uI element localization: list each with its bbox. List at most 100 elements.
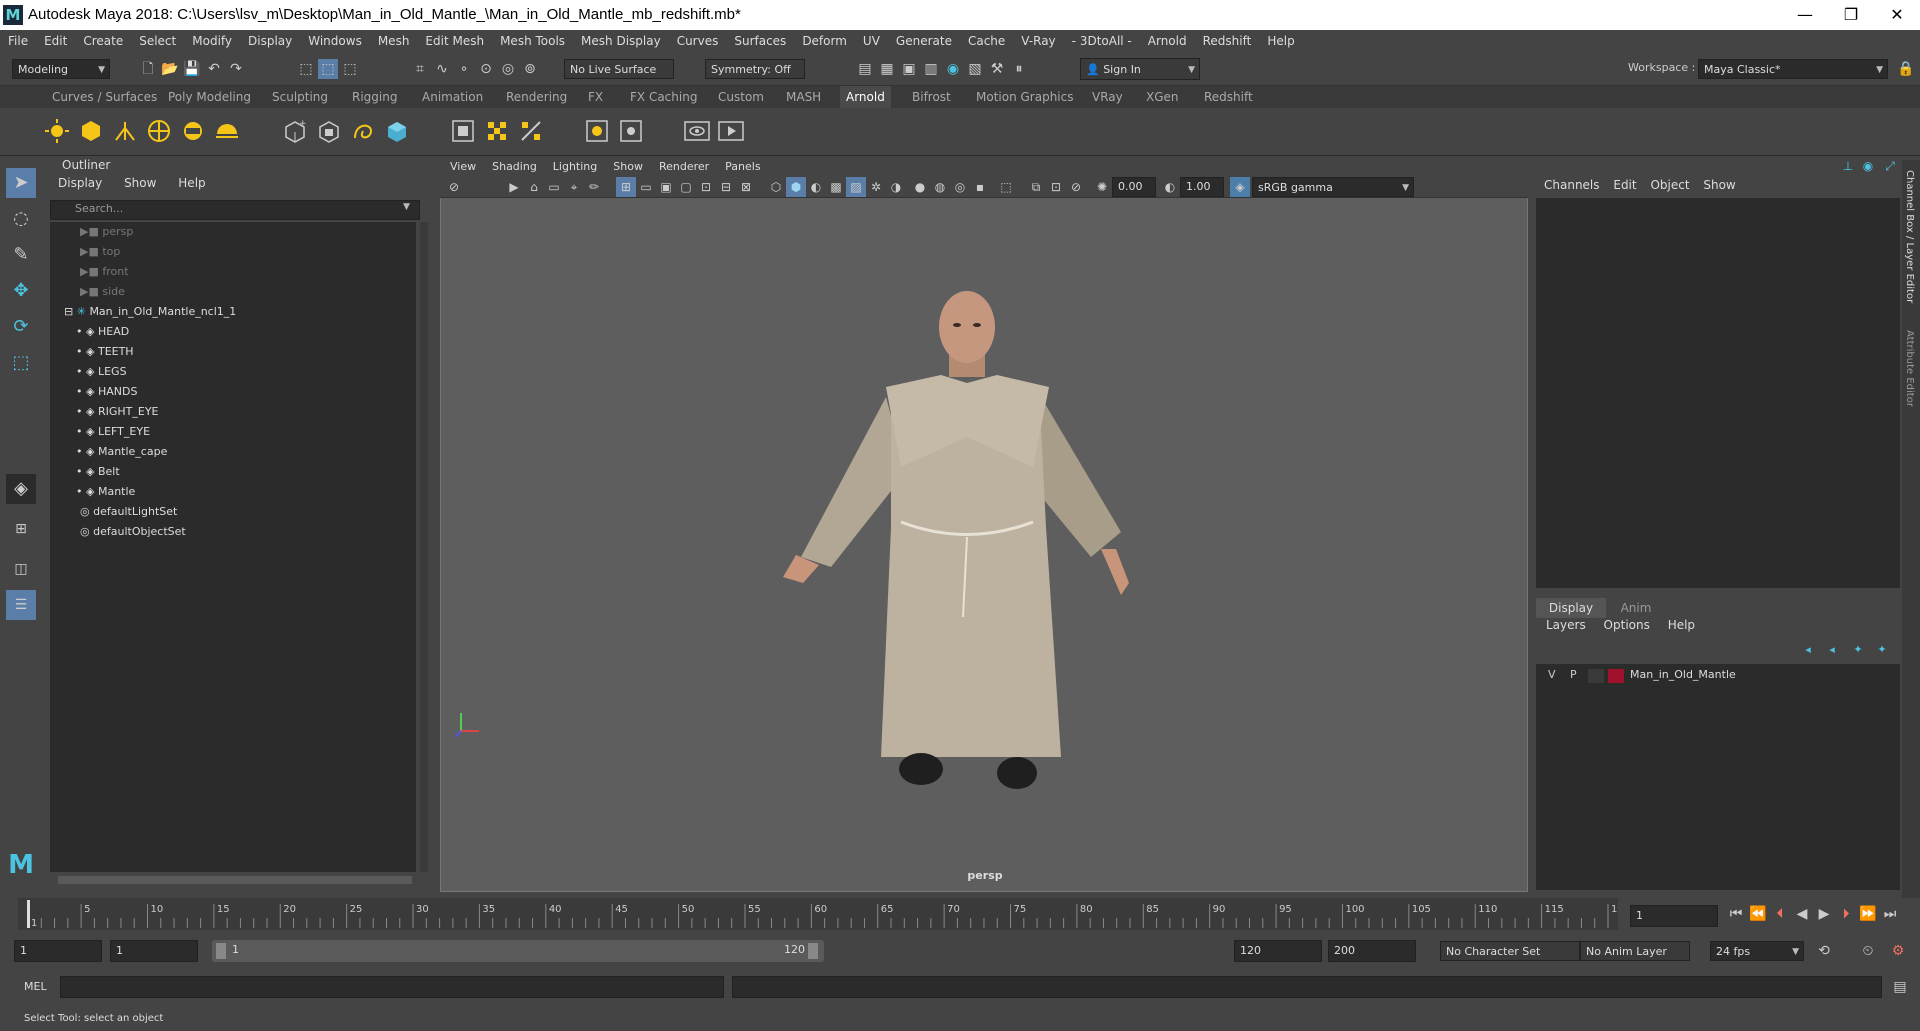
expand-dot-icon[interactable]: • xyxy=(76,425,86,438)
layer-tab-display[interactable]: Display xyxy=(1536,598,1606,618)
menu-arnold[interactable]: Arnold xyxy=(1140,30,1195,52)
viewport-menu-shading[interactable]: Shading xyxy=(484,158,545,176)
expand-dot-icon[interactable]: • xyxy=(76,345,86,358)
outliner-camera-front[interactable]: ▶■ front xyxy=(80,262,129,282)
play-backwards-icon[interactable]: ◀ xyxy=(1792,904,1812,924)
layer-menu-layers[interactable]: Layers xyxy=(1546,618,1586,632)
two-view-layout-icon[interactable]: ◫ xyxy=(6,554,36,584)
menu-file[interactable]: File xyxy=(0,30,36,52)
layer-menu-options[interactable]: Options xyxy=(1604,618,1650,632)
hypershade-icon[interactable]: ◉ xyxy=(943,59,963,79)
wireframe-icon[interactable]: ⬡ xyxy=(766,177,786,197)
render-frame-icon[interactable]: ▦ xyxy=(877,59,897,79)
use-all-lights-icon[interactable]: ▨ xyxy=(846,177,866,197)
range-start-handle[interactable] xyxy=(216,943,226,959)
paint-select-tool-icon[interactable]: ✎ xyxy=(6,240,36,270)
pause-render-icon[interactable]: ⏸ xyxy=(1009,59,1029,79)
minimize-button[interactable]: — xyxy=(1782,0,1828,30)
texture-manager-icon[interactable] xyxy=(484,118,510,144)
viewport-menu-lighting[interactable]: Lighting xyxy=(545,158,605,176)
auto-key-icon[interactable]: ⏲ xyxy=(1858,941,1878,961)
menu-edit[interactable]: Edit xyxy=(36,30,75,52)
undo-icon[interactable]: ↶ xyxy=(204,59,224,79)
expand-dot-icon[interactable]: • xyxy=(76,465,86,478)
four-view-layout-icon[interactable]: ⊞ xyxy=(6,514,36,544)
step-forward-frame-icon[interactable]: ⏩ xyxy=(1858,904,1878,924)
shelf-tab-sculpting[interactable]: Sculpting xyxy=(266,86,334,108)
color-management-icon[interactable]: ◈ xyxy=(1230,177,1250,197)
step-back-key-icon[interactable]: ⏴ xyxy=(1770,904,1790,924)
safe-title-icon[interactable]: ⊠ xyxy=(736,177,756,197)
anim-layer-dropdown[interactable]: No Anim Layer xyxy=(1580,941,1690,961)
open-scene-icon[interactable]: 📂 xyxy=(160,59,180,79)
shelf-tab-xgen[interactable]: XGen xyxy=(1140,86,1185,108)
menu-generate[interactable]: Generate xyxy=(888,30,960,52)
expand-dot-icon[interactable]: • xyxy=(76,485,86,498)
channel-box-tool-icon[interactable]: ⊥ xyxy=(1838,156,1858,176)
resolution-gate-icon[interactable]: ▣ xyxy=(656,177,676,197)
search-options-chevron-icon[interactable]: ▼ xyxy=(403,202,410,212)
shelf-tab-vray[interactable]: VRay xyxy=(1086,86,1129,108)
shelf-tab-motion-graphics[interactable]: Motion Graphics xyxy=(970,86,1080,108)
xray-joints-icon[interactable]: ⧉ xyxy=(1026,177,1046,197)
menu-redshift[interactable]: Redshift xyxy=(1195,30,1260,52)
isolate-select-icon[interactable]: ▪ xyxy=(970,177,990,197)
playback-end-field[interactable]: 120 xyxy=(1234,940,1322,962)
volume-icon[interactable] xyxy=(384,118,410,144)
image-plane-icon[interactable]: ▭ xyxy=(544,177,564,197)
motion-blur-icon[interactable]: ● xyxy=(910,177,930,197)
outliner-group-row[interactable]: ⊟ ✳ Man_in_Old_Mantle_ncl1_1 xyxy=(64,302,236,322)
tool-settings-icon[interactable]: ⤢ xyxy=(1880,156,1900,176)
menu-cache[interactable]: Cache xyxy=(960,30,1013,52)
menu-deform[interactable]: Deform xyxy=(794,30,855,52)
expand-dot-icon[interactable]: • xyxy=(76,385,86,398)
playback-start-field[interactable]: 1 xyxy=(110,940,198,962)
menu-create[interactable]: Create xyxy=(75,30,131,52)
color-space-dropdown[interactable]: sRGB gamma ▼ xyxy=(1252,177,1414,197)
shelf-tab-custom[interactable]: Custom xyxy=(712,86,770,108)
layer-tab-anim[interactable]: Anim xyxy=(1606,598,1666,618)
field-chart-icon[interactable]: ⊡ xyxy=(696,177,716,197)
render-view-icon[interactable]: ▥ xyxy=(921,59,941,79)
grid-icon[interactable]: ⊞ xyxy=(616,177,636,197)
move-tool-icon[interactable]: ✥ xyxy=(6,276,36,306)
ambient-occlusion-icon[interactable]: ◑ xyxy=(886,177,906,197)
camera-attributes-icon[interactable]: ▶ xyxy=(504,177,524,197)
new-layer-selected-icon[interactable]: ✦ xyxy=(1872,640,1892,660)
shelf-tab-poly-modeling[interactable]: Poly Modeling xyxy=(162,86,257,108)
single-perspective-layout-icon[interactable]: ◈ xyxy=(6,474,36,504)
go-to-end-icon[interactable]: ⏭ xyxy=(1880,904,1900,924)
anim-preferences-icon[interactable]: ⚙ xyxy=(1888,941,1908,961)
viewport-panel[interactable]: persp xyxy=(440,158,1528,892)
menu-windows[interactable]: Windows xyxy=(300,30,370,52)
shelf-tab-bifrost[interactable]: Bifrost xyxy=(906,86,957,108)
current-frame-field[interactable]: 1 xyxy=(1630,905,1718,927)
bookmark-icon[interactable]: ⌂ xyxy=(524,177,544,197)
outliner-horizontal-scrollbar[interactable] xyxy=(58,876,412,884)
wireframe-on-shaded-icon[interactable]: ◐ xyxy=(806,177,826,197)
channel-menu-show[interactable]: Show xyxy=(1703,178,1735,192)
anti-aliasing-icon[interactable]: ◍ xyxy=(930,177,950,197)
viewport-menu-renderer[interactable]: Renderer xyxy=(651,158,717,176)
shelf-tab-rigging[interactable]: Rigging xyxy=(346,86,403,108)
photometric-light-icon[interactable] xyxy=(146,118,172,144)
fps-dropdown[interactable]: 24 fps ▼ xyxy=(1710,941,1804,961)
light-portal-icon[interactable] xyxy=(180,118,206,144)
layer-playback-toggle[interactable]: P xyxy=(1570,668,1577,681)
create-sphere-icon[interactable]: + xyxy=(282,118,308,144)
snap-point-icon[interactable]: ∘ xyxy=(454,59,474,79)
snap-surface-icon[interactable]: ◎ xyxy=(498,59,518,79)
expand-dot-icon[interactable]: • xyxy=(76,325,86,338)
animation-start-field[interactable]: 1 xyxy=(14,940,102,962)
gate-mask-icon[interactable]: ▢ xyxy=(676,177,696,197)
range-slider-bar[interactable]: 1 120 xyxy=(212,940,824,962)
outliner-camera-top[interactable]: ▶■ top xyxy=(80,242,120,262)
range-end-handle[interactable] xyxy=(808,943,818,959)
outliner-search[interactable]: Search... ▼ xyxy=(50,200,420,220)
viewport-menu-view[interactable]: View xyxy=(442,158,484,176)
channel-menu-edit[interactable]: Edit xyxy=(1613,178,1636,192)
redo-icon[interactable]: ↷ xyxy=(226,59,246,79)
render-region-icon[interactable]: ▧ xyxy=(965,59,985,79)
shadows-icon[interactable]: ✲ xyxy=(866,177,886,197)
select-object-icon[interactable]: ⬚ xyxy=(318,59,338,79)
